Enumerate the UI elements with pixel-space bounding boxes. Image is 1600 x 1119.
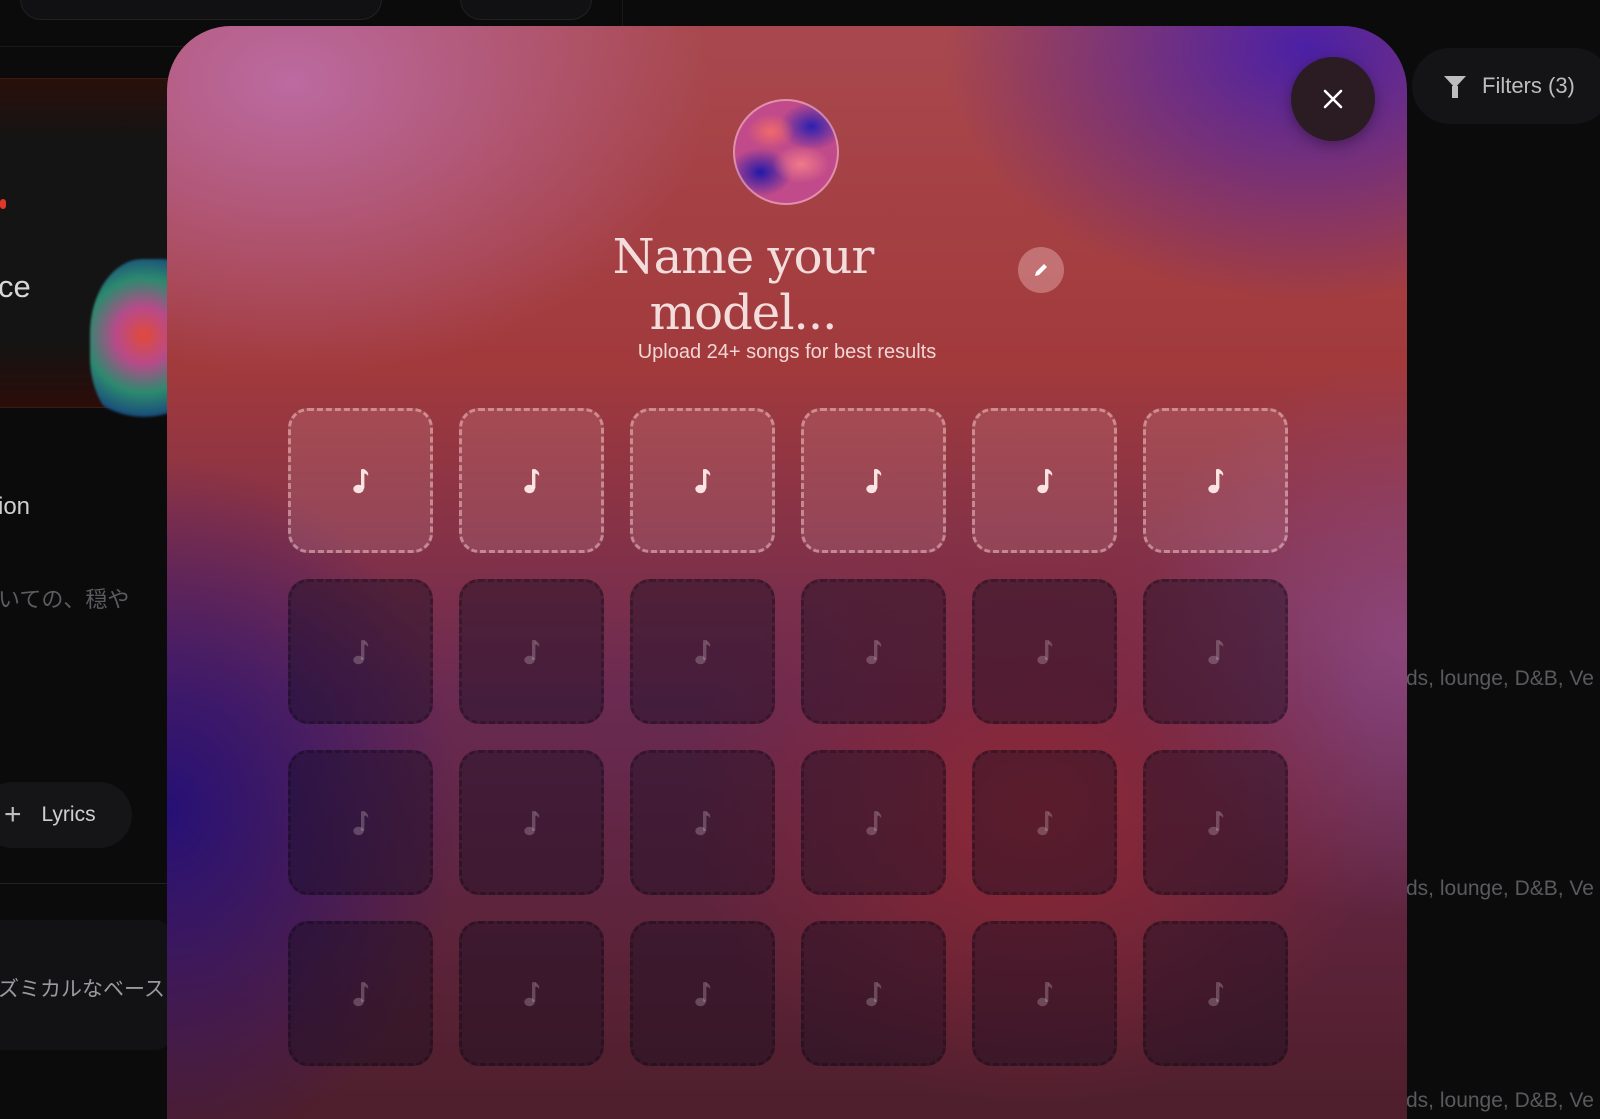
music-note-icon	[865, 810, 881, 835]
song-upload-slot	[459, 750, 604, 895]
add-lyrics-label: Lyrics	[41, 803, 96, 826]
background-search-pill[interactable]	[20, 0, 382, 20]
background-prompt-text: ズミカルなベース	[0, 977, 165, 1001]
song-upload-slot[interactable]	[459, 408, 604, 553]
pencil-icon	[1035, 264, 1047, 276]
music-note-icon	[1036, 810, 1052, 835]
background-tags-text: ds, lounge, D&B, Ve	[1406, 667, 1594, 690]
song-upload-slot[interactable]	[801, 408, 946, 553]
music-note-icon	[523, 639, 539, 664]
model-name-input[interactable]: Name your model...	[553, 229, 933, 341]
song-upload-slot	[630, 579, 775, 724]
song-upload-slot	[972, 921, 1117, 1066]
music-note-icon	[1036, 981, 1052, 1006]
add-lyrics-button[interactable]: + Lyrics	[0, 782, 132, 848]
music-note-icon	[865, 639, 881, 664]
song-upload-slot[interactable]	[972, 408, 1117, 553]
song-upload-slot	[1143, 921, 1288, 1066]
music-note-icon	[1207, 639, 1223, 664]
filters-label: Filters (3)	[1482, 73, 1575, 98]
song-upload-slot	[288, 750, 433, 895]
music-note-icon	[694, 981, 710, 1006]
song-upload-slot	[1143, 579, 1288, 724]
background-tags-text: ds, lounge, D&B, Ve	[1406, 1089, 1594, 1112]
create-model-dialog: Name your model... Upload 24+ songs for …	[167, 26, 1407, 1119]
close-icon	[1323, 89, 1343, 109]
song-slot-grid	[288, 408, 1288, 1066]
edit-name-button[interactable]	[1018, 247, 1064, 293]
music-note-icon	[1207, 981, 1223, 1006]
background-tags-text: ds, lounge, D&B, Ve	[1406, 877, 1594, 900]
music-note-icon	[352, 810, 368, 835]
song-upload-slot	[801, 579, 946, 724]
song-upload-slot	[630, 750, 775, 895]
song-upload-slot	[459, 579, 604, 724]
music-note-icon	[523, 810, 539, 835]
music-note-icon	[1207, 468, 1223, 493]
model-avatar[interactable]	[733, 99, 839, 205]
music-note-icon	[694, 468, 710, 493]
song-upload-slot[interactable]	[288, 408, 433, 553]
music-note-icon	[352, 981, 368, 1006]
song-upload-slot	[801, 921, 946, 1066]
music-note-icon	[352, 639, 368, 664]
song-upload-slot[interactable]	[1143, 408, 1288, 553]
music-note-icon	[694, 639, 710, 664]
song-upload-slot	[972, 750, 1117, 895]
close-button[interactable]	[1291, 57, 1375, 141]
music-note-icon	[352, 468, 368, 493]
background-description-text: いての、穏や	[0, 588, 130, 613]
background-featured-card[interactable]: ce	[0, 78, 210, 429]
app-screen: ce ion いての、穏や + Lyrics ズミカルなベース Filters …	[0, 0, 1600, 1119]
music-note-icon	[523, 468, 539, 493]
background-card-title: ce	[0, 269, 31, 304]
filter-icon	[1444, 76, 1466, 98]
music-note-icon	[865, 468, 881, 493]
status-dot	[0, 199, 6, 209]
music-note-icon	[523, 981, 539, 1006]
music-note-icon	[1207, 810, 1223, 835]
plus-icon: +	[4, 798, 22, 831]
song-upload-slot[interactable]	[630, 408, 775, 553]
music-note-icon	[694, 810, 710, 835]
upload-hint: Upload 24+ songs for best results	[637, 341, 937, 363]
song-upload-slot	[972, 579, 1117, 724]
song-upload-slot	[801, 750, 946, 895]
music-note-icon	[865, 981, 881, 1006]
music-note-icon	[1036, 639, 1052, 664]
song-upload-slot	[288, 921, 433, 1066]
song-upload-slot	[630, 921, 775, 1066]
music-note-icon	[1036, 468, 1052, 493]
background-toolbar-pill[interactable]	[460, 0, 592, 20]
song-upload-slot	[288, 579, 433, 724]
divider	[0, 883, 170, 884]
filters-button[interactable]: Filters (3)	[1412, 48, 1600, 124]
song-upload-slot	[459, 921, 604, 1066]
background-section-label: ion	[0, 493, 31, 520]
song-upload-slot	[1143, 750, 1288, 895]
